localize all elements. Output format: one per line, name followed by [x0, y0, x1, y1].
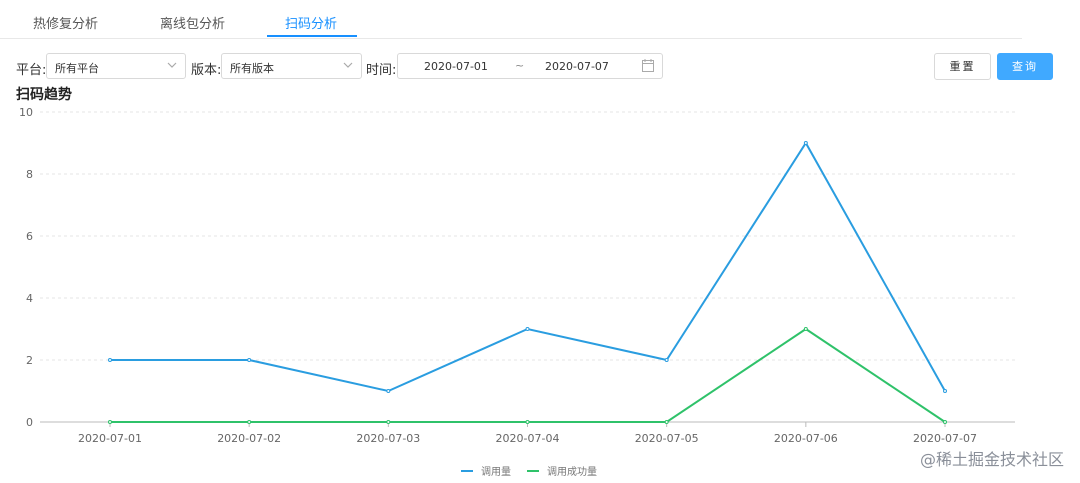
- time-label: 时间:: [366, 63, 397, 78]
- data-point: [525, 327, 530, 331]
- date-end-input[interactable]: 2020-07-07: [545, 60, 609, 73]
- x-tick-label: 2020-07-06: [774, 432, 838, 445]
- data-point: [108, 420, 112, 424]
- filter-bar: 平台: 所有平台 版本: 所有版本 时间: 2020-07-01 ~ 2020-…: [0, 53, 1080, 81]
- y-tick-label: 4: [26, 292, 33, 305]
- legend-label: 调用成功量: [547, 466, 597, 478]
- y-tick-label: 2: [26, 354, 33, 367]
- legend-label: 调用量: [481, 466, 511, 478]
- date-start-input[interactable]: 2020-07-01: [424, 60, 488, 73]
- tab-scan-analysis[interactable]: 扫码分析: [285, 13, 337, 32]
- data-point: [108, 358, 112, 362]
- platform-select[interactable]: 所有平台: [46, 53, 186, 79]
- data-point: [943, 389, 947, 393]
- scan-trend-chart: 0 2 4 6 8 10 2020-07-01 2020-07-02 2020-07-03 202…: [19, 106, 1015, 478]
- tab-bar: 热修复分析 离线包分析 扫码分析: [0, 0, 1022, 39]
- data-point: [664, 420, 669, 424]
- date-range-picker[interactable]: 2020-07-01 ~ 2020-07-07: [397, 53, 663, 79]
- data-point: [247, 358, 252, 362]
- data-point: [247, 420, 252, 424]
- platform-select-value: 所有平台: [55, 62, 99, 75]
- chevron-down-icon: [343, 62, 353, 68]
- platform-label: 平台:: [16, 63, 47, 78]
- series-line-success-volume: [110, 327, 946, 423]
- tab-hotfix-analysis[interactable]: 热修复分析: [33, 13, 98, 32]
- x-tick-label: 2020-07-07: [913, 432, 977, 445]
- watermark: @稀土掘金技术社区: [919, 450, 1064, 469]
- y-tick-label: 10: [19, 106, 33, 119]
- tab-offline-package-analysis[interactable]: 离线包分析: [160, 13, 225, 32]
- version-select-value: 所有版本: [230, 62, 274, 75]
- active-tab-indicator: [267, 35, 357, 37]
- data-point: [803, 141, 808, 145]
- version-label: 版本:: [191, 63, 222, 78]
- data-point: [803, 327, 808, 331]
- data-point: [943, 420, 947, 424]
- x-tick-label: 2020-07-01: [78, 432, 142, 445]
- y-tick-label: 0: [26, 416, 33, 429]
- data-point: [525, 420, 530, 424]
- version-select[interactable]: 所有版本: [221, 53, 362, 79]
- query-button[interactable]: 查询: [997, 53, 1053, 80]
- series-line-call-volume: [110, 141, 946, 393]
- x-tick-label: 2020-07-05: [635, 432, 699, 445]
- date-range-separator: ~: [515, 59, 525, 72]
- calendar-icon: [642, 59, 654, 72]
- x-tick-label: 2020-07-02: [217, 432, 281, 445]
- x-tick-label: 2020-07-04: [496, 432, 560, 445]
- data-point: [386, 420, 391, 424]
- chevron-down-icon: [167, 62, 177, 68]
- x-tick-label: 2020-07-03: [356, 432, 420, 445]
- y-tick-label: 6: [26, 230, 33, 243]
- y-tick-label: 8: [26, 168, 33, 181]
- data-point: [386, 389, 391, 393]
- data-point: [664, 358, 669, 362]
- reset-button[interactable]: 重置: [934, 53, 991, 80]
